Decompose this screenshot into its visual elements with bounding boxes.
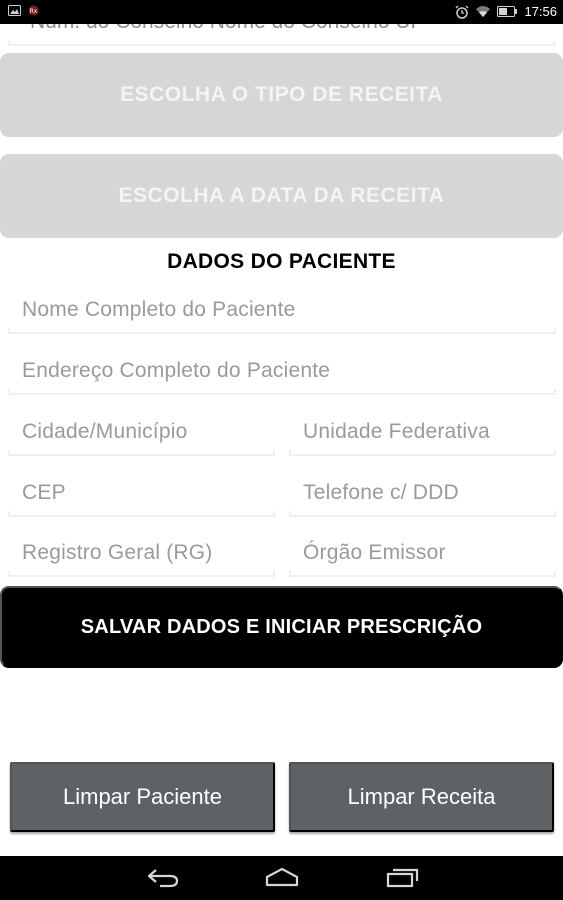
gallery-icon bbox=[8, 5, 21, 16]
phone-field[interactable]: Telefone c/ DDD bbox=[289, 473, 556, 517]
patient-address-placeholder: Endereço Completo do Paciente bbox=[22, 359, 331, 382]
svg-text:Rx: Rx bbox=[30, 8, 38, 15]
field-underline bbox=[8, 41, 556, 46]
choose-prescription-type-button[interactable]: ESCOLHA O TIPO DE RECEITA bbox=[0, 53, 563, 137]
patient-name-placeholder: Nome Completo do Paciente bbox=[22, 298, 296, 321]
recent-apps-icon[interactable] bbox=[386, 866, 420, 888]
zip-field[interactable]: CEP bbox=[8, 473, 275, 517]
prescription-form: Num. do Conselho Nome do Conselho UF ESC… bbox=[0, 24, 563, 856]
save-and-start-prescription-button[interactable]: SALVAR DADOS E INICIAR PRESCRIÇÃO bbox=[0, 586, 563, 668]
state-field[interactable]: Unidade Federativa bbox=[289, 412, 556, 456]
status-time: 17:56 bbox=[524, 4, 557, 19]
city-field[interactable]: Cidade/Município bbox=[8, 412, 275, 456]
council-fields-row[interactable]: Num. do Conselho Nome do Conselho UF bbox=[8, 24, 556, 46]
city-placeholder: Cidade/Município bbox=[22, 420, 188, 443]
navigation-bar bbox=[0, 856, 563, 900]
home-icon[interactable] bbox=[264, 866, 300, 888]
patient-name-field[interactable]: Nome Completo do Paciente bbox=[8, 290, 556, 334]
status-bar: Rx 17:56 bbox=[0, 0, 563, 24]
state-placeholder: Unidade Federativa bbox=[303, 420, 490, 443]
patient-address-field[interactable]: Endereço Completo do Paciente bbox=[8, 351, 556, 395]
wifi-icon bbox=[476, 6, 491, 17]
issuer-placeholder: Órgão Emissor bbox=[303, 541, 446, 564]
field-underline bbox=[8, 389, 556, 395]
field-underline bbox=[289, 511, 556, 517]
rg-placeholder: Registro Geral (RG) bbox=[22, 541, 213, 564]
battery-icon bbox=[497, 6, 518, 17]
patient-section-title: DADOS DO PACIENTE bbox=[167, 250, 396, 273]
app-badge-icon: Rx bbox=[28, 5, 39, 16]
field-underline bbox=[8, 328, 556, 334]
clear-patient-button[interactable]: Limpar Paciente bbox=[10, 762, 275, 832]
field-underline bbox=[289, 571, 556, 577]
phone-placeholder: Telefone c/ DDD bbox=[303, 481, 459, 504]
clear-prescription-button[interactable]: Limpar Receita bbox=[289, 762, 554, 832]
rg-field[interactable]: Registro Geral (RG) bbox=[8, 533, 275, 577]
alarm-icon bbox=[455, 5, 469, 19]
field-underline bbox=[8, 571, 275, 577]
back-icon[interactable] bbox=[146, 866, 180, 888]
field-underline bbox=[8, 511, 275, 517]
council-fields-text: Num. do Conselho Nome do Conselho UF bbox=[30, 24, 423, 34]
issuer-field[interactable]: Órgão Emissor bbox=[289, 533, 556, 577]
choose-prescription-date-button[interactable]: ESCOLHA A DATA DA RECEITA bbox=[0, 154, 563, 238]
field-underline bbox=[8, 450, 275, 456]
zip-placeholder: CEP bbox=[22, 481, 66, 504]
field-underline bbox=[289, 450, 556, 456]
